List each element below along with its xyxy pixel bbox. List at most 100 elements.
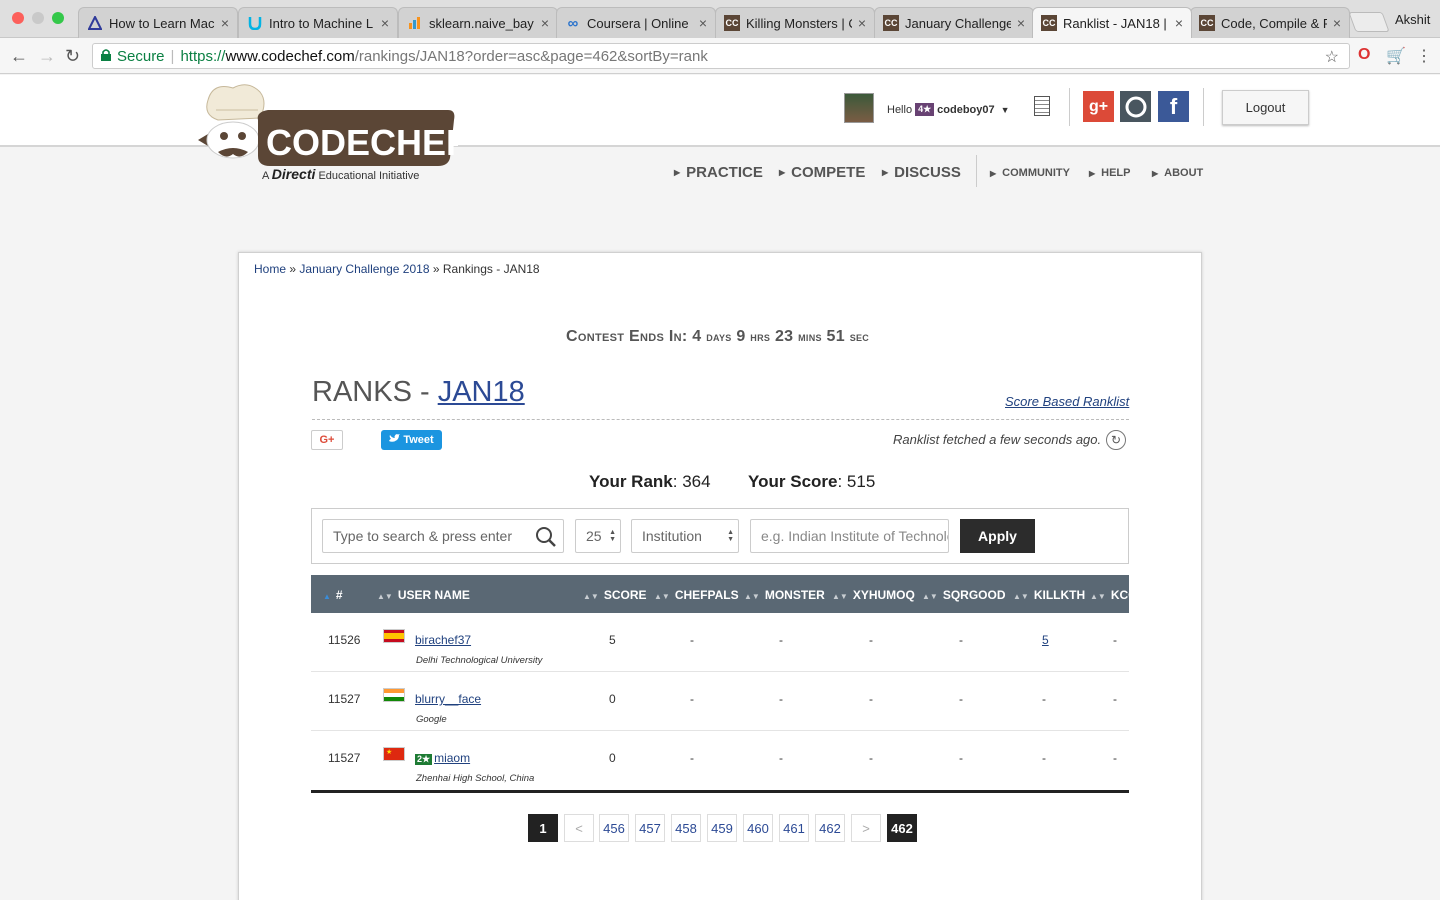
timer-unit: hrs xyxy=(750,329,771,344)
caret-right-icon: ▶ xyxy=(674,168,681,177)
page-link[interactable]: 462 xyxy=(815,814,845,842)
facebook-icon[interactable]: f xyxy=(1158,91,1189,122)
page-link[interactable]: 460 xyxy=(743,814,773,842)
google-plus-share-button[interactable]: G+ xyxy=(311,430,343,450)
github-icon[interactable] xyxy=(1120,91,1151,122)
browser-tab[interactable]: Intro to Machine L × xyxy=(238,7,398,38)
page-link[interactable]: 456 xyxy=(599,814,629,842)
col-sqrgood[interactable]: ▲▼ SQRGOOD xyxy=(922,588,1006,602)
search-icon[interactable] xyxy=(535,526,557,551)
close-tab-icon[interactable]: × xyxy=(699,15,707,31)
close-tab-icon[interactable]: × xyxy=(541,15,549,31)
nav-discuss[interactable]: ▶ DISCUSS xyxy=(882,164,961,181)
username-link[interactable]: birachef37 xyxy=(415,633,471,647)
nav-about[interactable]: ▶ ABOUT xyxy=(1152,167,1203,179)
browser-tab[interactable]: sklearn.naive_bay × xyxy=(398,7,558,38)
close-tab-icon[interactable]: × xyxy=(858,15,866,31)
browser-tab-active[interactable]: CC Ranklist - JAN18 | × xyxy=(1032,7,1192,38)
username-text[interactable]: birachef37 xyxy=(415,633,471,647)
new-tab-button[interactable] xyxy=(1348,12,1390,32)
maximize-window-button[interactable] xyxy=(52,12,64,24)
username-link[interactable]: blurry__face xyxy=(415,692,481,706)
problem-score-link[interactable]: 5 xyxy=(1042,633,1049,647)
col-label: CHEFPALS xyxy=(674,588,739,602)
username-link[interactable]: 2★ miaom xyxy=(415,751,470,765)
back-icon[interactable]: ← xyxy=(10,46,28,67)
col-chefpals[interactable]: ▲▼ CHEFPALS xyxy=(654,588,739,602)
nav-community[interactable]: ▶ COMMUNITY xyxy=(990,167,1070,179)
page-link[interactable]: 458 xyxy=(671,814,701,842)
google-plus-icon[interactable]: g+ xyxy=(1083,91,1114,122)
username-text[interactable]: miaom xyxy=(434,751,470,765)
browser-tab[interactable]: CC Code, Compile & R × xyxy=(1190,7,1350,38)
menu-dots-icon[interactable]: ⋮ xyxy=(1416,46,1432,66)
col-rank[interactable]: ▲ # xyxy=(323,588,343,602)
close-window-button[interactable] xyxy=(12,12,24,24)
score-based-ranklist-link[interactable]: Score Based Ranklist xyxy=(1005,394,1129,409)
timer-days: 4 xyxy=(692,328,702,345)
timer-label: Contest Ends In: xyxy=(566,328,688,345)
document-icon[interactable] xyxy=(1034,96,1050,116)
filter-by-select[interactable]: Institution ▲ ▼ xyxy=(631,519,739,553)
reload-icon[interactable]: ↻ xyxy=(65,46,80,67)
contest-code-link[interactable]: JAN18 xyxy=(438,376,525,408)
close-tab-icon[interactable]: × xyxy=(221,15,229,31)
tab-title: Killing Monsters | C xyxy=(746,15,852,31)
nav-help[interactable]: ▶ HELP xyxy=(1089,167,1131,179)
refresh-icon[interactable]: ↻ xyxy=(1106,430,1126,450)
col-killkth[interactable]: ▲▼ KILLKTH xyxy=(1013,588,1085,602)
nav-label: PRACTICE xyxy=(686,164,763,181)
breadcrumb-contest[interactable]: January Challenge 2018 xyxy=(299,262,429,276)
browser-tab[interactable]: ∞ Coursera | Online × xyxy=(556,7,716,38)
page-first[interactable]: 1 xyxy=(528,814,558,842)
codechef-logo[interactable]: CODECHEF A Directi Educational Initiativ… xyxy=(198,80,468,182)
bookmark-star-icon[interactable]: ☆ xyxy=(1325,47,1339,67)
page-link[interactable]: 461 xyxy=(779,814,809,842)
user-menu[interactable]: Hello 4★ codeboy07 ▼ xyxy=(887,103,1010,116)
forward-icon[interactable]: → xyxy=(38,46,56,67)
apply-button[interactable]: Apply xyxy=(960,519,1035,553)
breadcrumb-home[interactable]: Home xyxy=(254,262,286,276)
profile-name[interactable]: Akshit xyxy=(1395,12,1430,27)
tweet-button[interactable]: Tweet xyxy=(381,430,442,450)
avatar[interactable] xyxy=(844,93,874,123)
col-kco[interactable]: ▲▼ KCO xyxy=(1090,588,1129,602)
url-scheme: https:// xyxy=(180,47,226,65)
close-tab-icon[interactable]: × xyxy=(1333,15,1341,31)
page-size-select[interactable]: 25 ▲ ▼ xyxy=(575,519,621,553)
ranklist-table-header: ▲ # ▲▼ USER NAME ▲▼ SCORE ▲▼ CHEFPALS ▲▼ MONS… xyxy=(311,575,1129,613)
nav-compete[interactable]: ▶ COMPETE xyxy=(779,164,865,181)
col-score[interactable]: ▲▼ SCORE xyxy=(583,588,647,602)
caret-right-icon: ▶ xyxy=(1089,168,1096,178)
logout-button[interactable]: Logout xyxy=(1222,90,1309,125)
col-monster[interactable]: ▲▼ MONSTER xyxy=(744,588,825,602)
col-xyhumoq[interactable]: ▲▼ XYHUMOQ xyxy=(832,588,915,602)
cart-icon[interactable]: 🛒 xyxy=(1386,46,1406,66)
your-stats: Your Rank: 364 Your Score: 515 xyxy=(589,472,875,492)
col-username[interactable]: ▲▼ USER NAME xyxy=(377,588,470,602)
nav-practice[interactable]: ▶ PRACTICE xyxy=(674,164,763,181)
page-link[interactable]: 459 xyxy=(707,814,737,842)
tab-title: Code, Compile & R xyxy=(1221,15,1327,31)
page-link[interactable]: 457 xyxy=(635,814,665,842)
page-next[interactable]: > xyxy=(851,814,881,842)
username-text[interactable]: blurry__face xyxy=(415,692,481,706)
close-tab-icon[interactable]: × xyxy=(381,15,389,31)
institution-input[interactable]: e.g. Indian Institute of Technology xyxy=(750,519,949,553)
page-current[interactable]: 462 xyxy=(887,814,917,842)
nav-label: HELP xyxy=(1101,167,1131,179)
url-divider: | xyxy=(170,47,175,65)
cc-icon: CC xyxy=(1199,15,1215,31)
problem-cell: - xyxy=(779,692,783,706)
search-input[interactable]: Type to search & press enter xyxy=(322,519,564,553)
close-tab-icon[interactable]: × xyxy=(1175,15,1183,31)
browser-tab[interactable]: CC January Challenge × xyxy=(874,7,1034,38)
browser-tab[interactable]: How to Learn Mac × xyxy=(78,7,238,38)
extension-opera-icon[interactable]: O xyxy=(1358,46,1370,64)
close-tab-icon[interactable]: × xyxy=(1017,15,1025,31)
url-field[interactable]: Secure | https:// www.codechef.com /rank… xyxy=(92,43,1350,69)
filter-by-value: Institution xyxy=(642,528,702,544)
browser-tab[interactable]: CC Killing Monsters | C × xyxy=(715,7,875,38)
minimize-window-button[interactable] xyxy=(32,12,44,24)
page-prev[interactable]: < xyxy=(564,814,594,842)
